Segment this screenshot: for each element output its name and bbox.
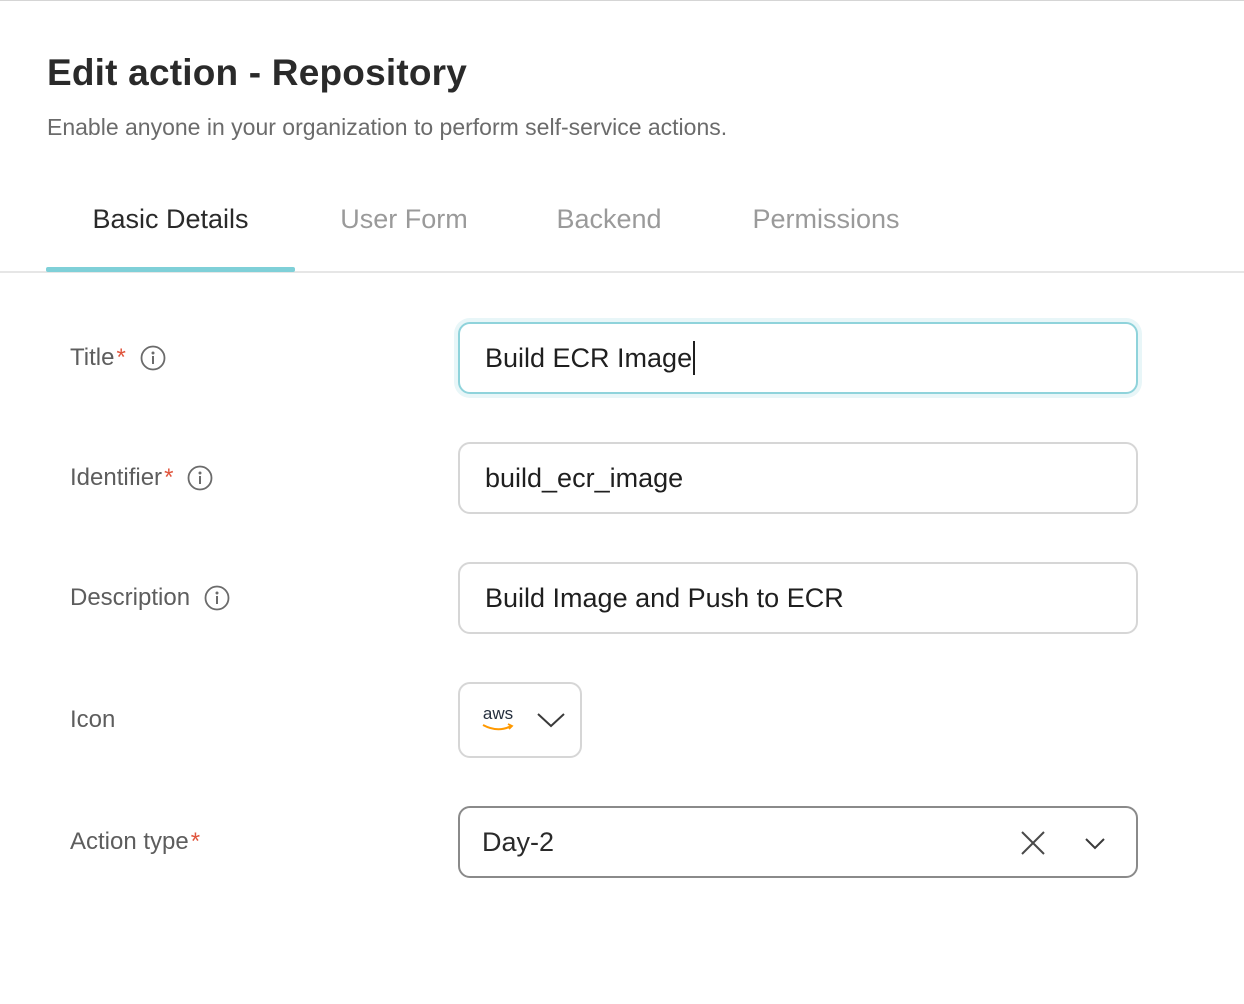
identifier-input[interactable]: build_ecr_image: [458, 442, 1138, 514]
title-label-text: Title: [70, 344, 115, 371]
title-input-value: Build ECR Image: [485, 342, 693, 373]
info-icon[interactable]: [187, 465, 213, 491]
form-row-title: Title * Build ECR Image: [0, 322, 1244, 394]
description-label-text: Description: [70, 584, 191, 611]
required-mark: *: [116, 344, 126, 371]
description-label: Description: [70, 562, 230, 634]
tab-permissions[interactable]: Permissions: [722, 191, 930, 271]
identifier-label-text: Identifier: [70, 464, 163, 491]
tab-user-form[interactable]: User Form: [310, 191, 498, 271]
form-row-description: Description Build Image and Push to ECR: [0, 562, 1244, 634]
active-tab-indicator: [46, 267, 295, 272]
header: Edit action - Repository Enable anyone i…: [47, 51, 727, 141]
chevron-down-icon: [536, 711, 566, 729]
info-icon[interactable]: [140, 345, 166, 371]
aws-logo-text: aws: [482, 704, 514, 723]
edit-action-dialog: Edit action - Repository Enable anyone i…: [0, 0, 1244, 1004]
icon-picker[interactable]: aws: [458, 682, 582, 758]
tab-bar: Basic Details User Form Backend Permissi…: [0, 191, 1244, 273]
title-label: Title *: [70, 322, 166, 394]
chevron-down-icon[interactable]: [1082, 830, 1108, 856]
text-cursor: [693, 341, 696, 375]
identifier-input-value: build_ecr_image: [485, 462, 684, 493]
tab-backend[interactable]: Backend: [530, 191, 688, 271]
page-title: Edit action - Repository: [47, 52, 468, 93]
aws-icon: aws: [480, 705, 516, 735]
description-input-value: Build Image and Push to ECR: [485, 582, 844, 613]
required-mark: *: [164, 464, 174, 491]
form-row-identifier: Identifier * build_ecr_image: [0, 442, 1244, 514]
close-icon[interactable]: [1018, 828, 1048, 858]
icon-label-text: Icon: [70, 706, 116, 733]
action-type-label: Action type *: [70, 806, 200, 878]
page-subtitle: Enable anyone in your organization to pe…: [47, 114, 728, 140]
icon-label: Icon: [70, 682, 115, 758]
identifier-label: Identifier *: [70, 442, 213, 514]
action-type-value: Day-2: [482, 826, 555, 857]
action-type-label-text: Action type: [70, 828, 189, 855]
form-row-icon: Icon aws: [0, 682, 1244, 758]
description-input[interactable]: Build Image and Push to ECR: [458, 562, 1138, 634]
form-row-action-type: Action type * Day-2: [0, 806, 1244, 878]
required-mark: *: [190, 828, 201, 855]
title-input[interactable]: Build ECR Image: [458, 322, 1138, 394]
info-icon[interactable]: [204, 585, 230, 611]
action-type-select[interactable]: Day-2: [458, 806, 1138, 878]
tab-basic-details[interactable]: Basic Details: [46, 191, 295, 271]
